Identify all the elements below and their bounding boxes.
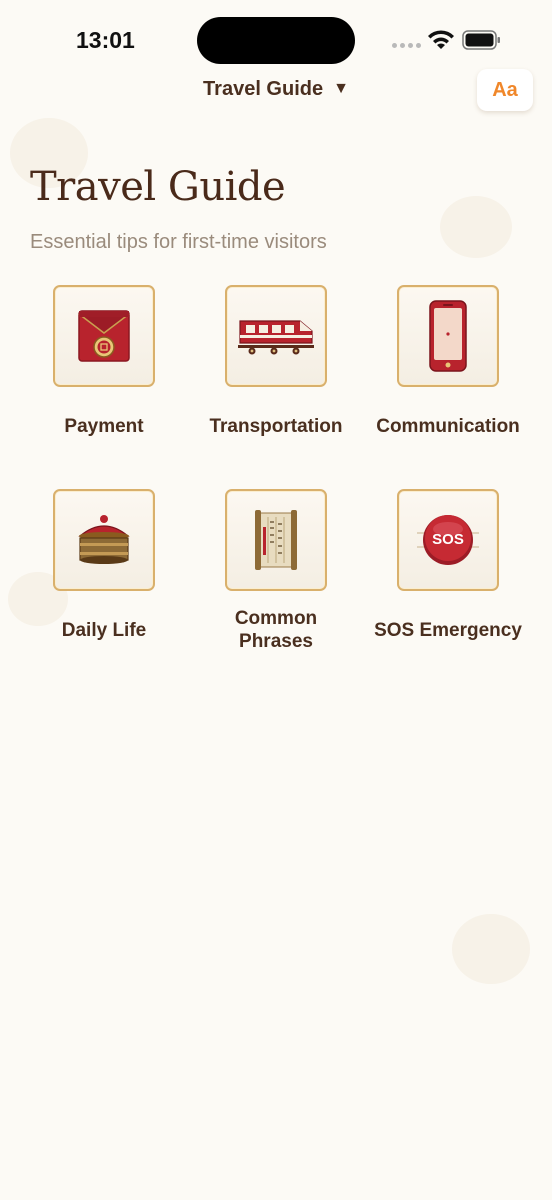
category-transportation[interactable]: Transportation bbox=[190, 285, 362, 438]
page-title: Travel Guide bbox=[30, 164, 286, 210]
category-sos-emergency[interactable]: SOS SOS Emergency bbox=[362, 489, 534, 642]
cellular-signal-icon bbox=[392, 43, 421, 48]
battery-icon bbox=[462, 30, 500, 50]
nav-title-label: Travel Guide bbox=[203, 78, 324, 100]
guide-selector-dropdown[interactable]: Travel Guide ▼ bbox=[0, 78, 552, 101]
category-label: Payment bbox=[64, 416, 144, 437]
train-icon bbox=[238, 320, 314, 355]
smartphone-icon bbox=[429, 300, 467, 372]
wifi-icon bbox=[428, 30, 454, 49]
bamboo-scroll-icon bbox=[255, 510, 297, 570]
payment-tile[interactable] bbox=[53, 285, 155, 387]
background-cloud-decoration bbox=[440, 196, 512, 258]
daily-life-tile[interactable] bbox=[53, 489, 155, 591]
dynamic-island bbox=[197, 17, 355, 64]
status-time: 13:01 bbox=[76, 27, 135, 53]
category-communication[interactable]: Communication bbox=[362, 285, 534, 438]
communication-tile[interactable] bbox=[397, 285, 499, 387]
category-label: Daily Life bbox=[61, 620, 147, 641]
dropdown-arrow-icon: ▼ bbox=[333, 80, 349, 97]
category-label: Transportation bbox=[209, 416, 343, 437]
category-label: Common Phrases bbox=[234, 608, 318, 652]
page-subtitle: Essential tips for first-time visitors bbox=[30, 231, 327, 253]
sos-emergency-tile[interactable]: SOS bbox=[397, 489, 499, 591]
common-phrases-tile[interactable] bbox=[225, 489, 327, 591]
sos-icon-text: SOS bbox=[432, 531, 464, 548]
status-bar: 13:01 bbox=[0, 0, 552, 84]
font-size-button[interactable]: Aa bbox=[477, 69, 533, 111]
category-payment[interactable]: Payment bbox=[18, 285, 190, 438]
transportation-tile[interactable] bbox=[225, 285, 327, 387]
red-envelope-icon bbox=[78, 310, 130, 362]
category-common-phrases[interactable]: Common Phrases bbox=[190, 489, 362, 653]
category-label: Communication bbox=[376, 416, 520, 437]
category-daily-life[interactable]: Daily Life bbox=[18, 489, 190, 642]
category-label: SOS Emergency bbox=[374, 620, 522, 641]
steamer-basket-icon bbox=[78, 515, 130, 564]
sos-button-icon: SOS bbox=[417, 515, 479, 565]
background-cloud-decoration bbox=[452, 914, 530, 984]
